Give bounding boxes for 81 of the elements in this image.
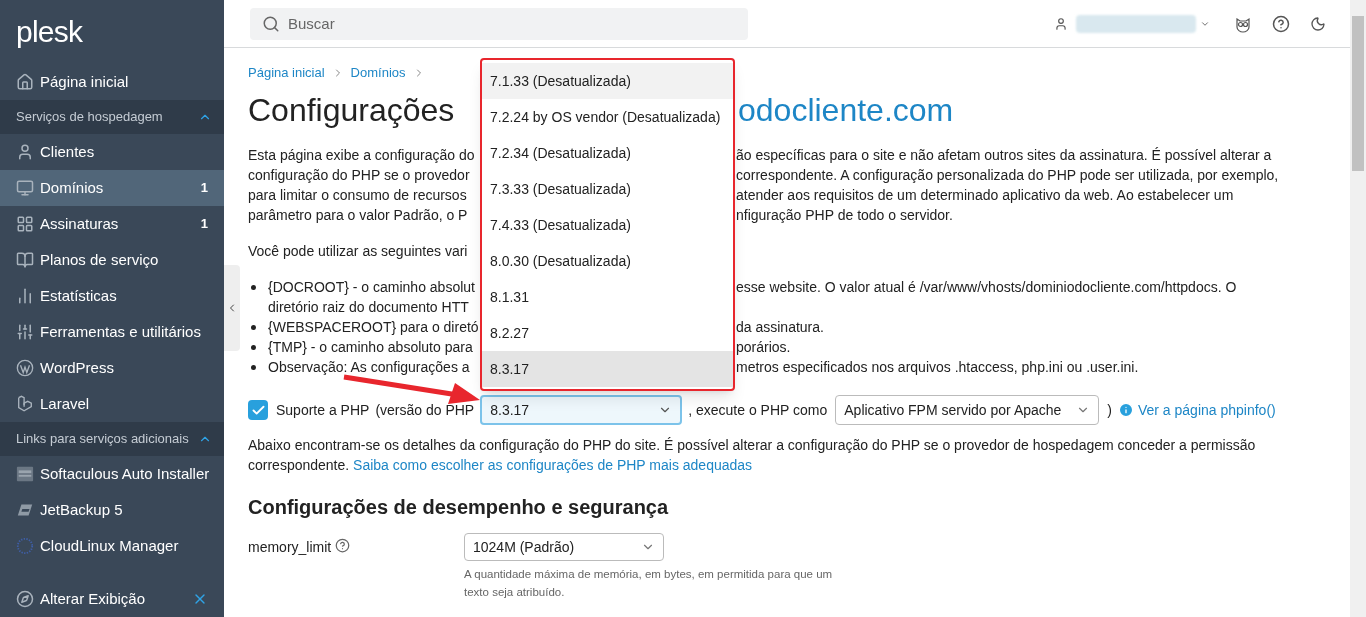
version-option[interactable]: 7.4.33 (Desatualizada) [482, 207, 733, 243]
paragraph-line: para limitar o consumo de recursos [248, 185, 468, 205]
sidebar-item[interactable]: Ferramentas e utilitários [0, 314, 224, 350]
sidebar-item[interactable]: JetBackup 5 [0, 492, 224, 528]
list-item-text: da assinatura. [736, 317, 824, 337]
sidebar-item[interactable]: Laravel [0, 386, 224, 422]
list-item-text: porários. [736, 337, 791, 357]
details-paragraph: Abaixo encontram-se os detalhes da configuração do PHP do site. É possível alterar a configuração do PHP se o provedor de hospedagem conceder a permissão correspondente. Saiba como escolher as configurações de PHP mais adequadas [248, 436, 1257, 475]
count-label: 1 [200, 215, 208, 234]
version-option[interactable]: 8.0.30 (Desatualizada) [482, 243, 733, 279]
sidebar-section-header[interactable]: Links para serviços adicionais [0, 422, 224, 456]
list-item-text: {TMP} - o caminho absoluto para [268, 337, 474, 357]
breadcrumb-link[interactable]: Domínios [350, 62, 406, 83]
sidebar-item[interactable]: WordPress [0, 350, 224, 386]
php-version-select[interactable]: 8.3.17 [480, 395, 683, 425]
sidebar-item[interactable]: Clientes [0, 134, 224, 170]
dotted-circle-icon [16, 537, 34, 555]
list-item-text: diretório raiz do documento HTT [268, 297, 470, 317]
sidebar-item[interactable]: Assinaturas 1 [0, 206, 224, 242]
checkbox-label: Suporte a PHP [276, 400, 370, 420]
setting-hint: A quantidade máxima de memória, em bytes, em permitida para que um texto seja atribuído. [464, 567, 834, 600]
paragraph-line: atender aos requisitos de um determinado aplicativo da web. Ao estabelecer um [736, 185, 1234, 205]
list-item-text: esse website. O valor atual é /var/www/vhosts/dominiodocliente.com/httpdocs. O [736, 277, 1237, 297]
setting-name: memory_limit [248, 538, 332, 557]
paragraph-line: correspondente. A configuração personalizada do PHP pode ser utilizada, por exemplo, [736, 165, 1279, 185]
paragraph-line: ão específicas para o site e não afetam outros sites da assinatura. É possível alterar a [736, 145, 1272, 165]
count-label: 1 [200, 179, 208, 198]
php-support-checkbox[interactable] [248, 400, 268, 420]
breadcrumb-link[interactable]: Página inicial [248, 62, 325, 83]
help-icon[interactable] [335, 538, 351, 553]
version-option[interactable]: 7.2.34 (Desatualizada) [482, 135, 733, 171]
version-option[interactable]: 7.2.24 by OS vendor (Desatualizada) [482, 99, 733, 135]
list-item-text: Observação: As configurações a [268, 357, 471, 377]
sidebar-item[interactable]: Softaculous Auto Installer [0, 456, 224, 492]
compass-icon [16, 590, 34, 608]
user-icon[interactable] [1054, 16, 1068, 31]
list-item-text: metros especificados nos arquivos .htaccess, php.ini ou .user.ini. [736, 357, 1139, 377]
sidebar-item[interactable]: Planos de serviço [0, 242, 224, 278]
sidebar-item[interactable]: CloudLinux Manager [0, 528, 224, 564]
search-field[interactable]: Buscar [250, 7, 748, 40]
help-link[interactable]: Saiba como escolher as configurações de PHP mais adequadas [353, 457, 753, 473]
sidebar-item[interactable]: Domínios 1 [0, 170, 224, 206]
section-title: Configurações de desempenho e segurança [248, 495, 670, 520]
closing-parenthesis: ) [1107, 400, 1112, 420]
bar-chart-icon [16, 287, 34, 305]
sliders-icon [16, 323, 34, 341]
monitor-icon [16, 179, 34, 197]
version-option[interactable]: 8.3.17 [482, 351, 733, 387]
list-item-text: {WEBSPACEROOT} para o diretó [268, 317, 480, 337]
info-icon [1117, 402, 1134, 418]
wordpress-icon [16, 359, 34, 377]
plesk-logo[interactable]: plesk [16, 17, 83, 47]
paragraph-line: configuração do PHP se o provedor [248, 165, 471, 185]
paragraph-line: Esta página exibe a configuração do [248, 145, 476, 165]
search-icon [262, 14, 280, 33]
variables-intro: Você pode utilizar as seguintes vari [248, 241, 468, 261]
home-icon [16, 73, 34, 91]
version-option[interactable]: 8.2.27 [482, 315, 733, 351]
php-version-label: (versão do PHP [375, 400, 475, 420]
page-title: Configurações [248, 91, 456, 130]
php-handler-select[interactable]: Aplicativo FPM servido por Apache [835, 395, 1100, 425]
moon-icon[interactable] [1310, 15, 1326, 32]
grid-icon [16, 215, 34, 233]
page-title-domain: odocliente.com [738, 91, 954, 130]
sidebar-collapse-handle[interactable] [224, 265, 240, 351]
paragraph-line: nfiguração PHP de todo o servidor. [736, 205, 953, 225]
sidebar-item[interactable]: Estatísticas [0, 278, 224, 314]
handler-label: , execute o PHP como [688, 400, 828, 420]
phpinfo-link[interactable]: Ver a página phpinfo() [1137, 399, 1276, 421]
scrollbar[interactable] [1350, 0, 1366, 617]
help-icon[interactable] [1272, 14, 1290, 33]
list-item-text: {DOCROOT} - o caminho absolut [268, 277, 476, 297]
version-option[interactable]: 8.1.31 [482, 279, 733, 315]
paragraph-line: parâmetro para o valor Padrão, o P [248, 205, 469, 225]
user-icon [16, 143, 34, 161]
version-option[interactable]: 7.1.33 (Desatualizada) [482, 63, 733, 99]
book-icon [16, 251, 34, 269]
sidebar-section-header[interactable]: Serviços de hospedagem [0, 100, 224, 134]
sidebar-item[interactable]: Página inicial [0, 64, 224, 100]
setting-select[interactable]: 1024M (Padrão) [464, 533, 664, 561]
version-option[interactable]: 7.3.33 (Desatualizada) [482, 171, 733, 207]
